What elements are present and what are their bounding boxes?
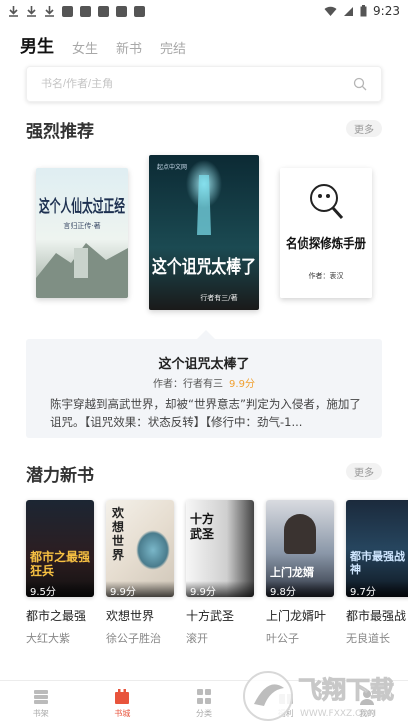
cover-title: 上门龙婿 <box>270 566 314 579</box>
recommend-title: 强烈推荐 <box>26 122 94 142</box>
book-description-card[interactable]: 这个诅咒太棒了 作者：行者有三 9.9分 陈宇穿越到高武世界，却被“世界意志”判定… <box>26 339 382 438</box>
new-books-more-button[interactable]: 更多 <box>346 463 382 480</box>
bookshelf-icon <box>33 689 48 704</box>
cover-art <box>284 514 316 554</box>
app-icon <box>62 5 73 17</box>
search-input[interactable] <box>41 78 353 90</box>
nav-bookstore[interactable]: 书城 <box>82 681 164 726</box>
list-item[interactable]: 都市之最强狂兵 9.5分 都市之最强 大红大紫 <box>26 500 94 646</box>
cover-title: 十方武圣 <box>190 512 215 541</box>
book-author: 叶公子 <box>266 632 299 645</box>
notification-icons <box>8 5 145 17</box>
book-author: 徐公子胜治 <box>106 632 161 645</box>
new-books-title: 潜力新书 <box>26 466 94 486</box>
book-title: 欢想世界 <box>106 609 155 623</box>
watermark-logo: 飞翔下载 WWW.FXXZ.COM <box>243 671 395 721</box>
book-title: 都市之最强 <box>26 609 87 623</box>
list-item[interactable]: 上门龙婿 9.8分 上门龙婿叶 叶公子 <box>266 500 334 646</box>
battery-icon <box>360 5 367 17</box>
book-title: 都市最强战 <box>346 609 407 623</box>
book-cover-1[interactable]: 这个人仙太过正经 言归正传·著 <box>36 168 128 298</box>
cover-author: 行者有三/著 <box>200 293 237 302</box>
app-icon <box>98 5 109 17</box>
wifi-icon <box>324 6 337 16</box>
book-cover: 都市最强战神 9.7分 <box>346 500 408 597</box>
app-icon <box>116 5 127 17</box>
app-icon <box>80 5 91 17</box>
book-author: 滚开 <box>186 632 208 645</box>
book-author: 无良道长 <box>346 632 390 645</box>
download-icon <box>45 6 54 17</box>
nav-category[interactable]: 分类 <box>163 681 245 726</box>
signal-icon <box>344 6 354 16</box>
author-label: 作者：行者有三 <box>153 379 224 390</box>
cover-title: 这个人仙太过正经 <box>39 196 125 217</box>
clock: 9:23 <box>373 4 400 18</box>
tab-female[interactable]: 女生 <box>72 38 98 57</box>
score-badge: 9.7分 <box>346 581 408 597</box>
tab-male[interactable]: 男生 <box>20 32 54 57</box>
cover-title: 欢想世界 <box>112 506 125 562</box>
download-icon <box>27 6 36 17</box>
book-cover: 十方武圣 9.9分 <box>186 500 254 597</box>
cover-title: 名侦探修炼手册 <box>286 236 366 252</box>
book-cover: 欢想世界 9.9分 <box>106 500 174 597</box>
tab-completed[interactable]: 完结 <box>160 38 186 57</box>
book-title: 上门龙婿叶 <box>266 609 327 623</box>
book-cover-3[interactable]: 名侦探修炼手册 作者：衷汉 <box>280 168 372 298</box>
watermark-url: WWW.FXXZ.COM <box>300 709 376 719</box>
nav-label: 书架 <box>32 708 49 718</box>
list-item[interactable]: 都市最强战神 9.7分 都市最强战 无良道长 <box>346 500 408 646</box>
download-icon <box>9 6 18 17</box>
cover-publisher: 起点中文网 <box>157 163 187 171</box>
book-author: 大红大紫 <box>26 632 70 645</box>
book-cover: 都市之最强狂兵 9.5分 <box>26 500 94 597</box>
cover-author: 作者：衷汉 <box>309 271 344 280</box>
cover-art: 起点中文网 这个诅咒太棒了 行者有三/著 <box>149 155 259 310</box>
cover-title: 都市最强战神 <box>350 550 405 576</box>
cover-art: 这个人仙太过正经 言归正传·著 <box>36 168 128 298</box>
bookstore-icon <box>115 688 130 704</box>
app-icon <box>134 5 145 17</box>
cover-author: 言归正传·著 <box>63 221 100 230</box>
cover-art <box>136 530 170 570</box>
search-icon[interactable] <box>353 77 367 91</box>
search-bar[interactable] <box>26 66 382 102</box>
score-badge: 9.9分 <box>106 581 174 597</box>
list-item[interactable]: 欢想世界 9.9分 欢想世界 徐公子胜治 <box>106 500 174 646</box>
watermark-text: 飞翔下载 <box>298 676 394 704</box>
score-badge: 9.9分 <box>186 581 254 597</box>
nav-label: 书城 <box>114 708 131 718</box>
score-badge: 9.9分 <box>229 379 255 390</box>
tab-new-books[interactable]: 新书 <box>116 38 142 57</box>
site-watermark: 飞翔下载 WWW.FXXZ.COM <box>240 660 408 726</box>
selected-book-description: 陈宇穿越到高武世界，却被“世界意志”判定为入侵者，施加了诅咒。【诅咒效果：状态反… <box>50 397 361 429</box>
cover-art: 名侦探修炼手册 作者：衷汉 <box>280 168 372 298</box>
score-badge: 9.8分 <box>266 581 334 597</box>
status-bar: 9:23 <box>0 0 408 22</box>
cover-title: 都市之最强狂兵 <box>30 550 91 578</box>
book-cover: 上门龙婿 9.8分 <box>266 500 334 597</box>
selected-book-title: 这个诅咒太棒了 <box>158 357 250 372</box>
gender-tabs: 男生 女生 新书 完结 <box>20 32 186 57</box>
category-icon <box>196 688 211 704</box>
cover-title: 这个诅咒太棒了 <box>152 256 256 278</box>
book-cover-2[interactable]: 起点中文网 这个诅咒太棒了 行者有三/著 <box>149 155 259 310</box>
recommend-more-button[interactable]: 更多 <box>346 120 382 137</box>
nav-label: 分类 <box>195 708 212 718</box>
list-item[interactable]: 十方武圣 9.9分 十方武圣 滚开 <box>186 500 254 646</box>
score-badge: 9.5分 <box>26 581 94 597</box>
selected-book-author: 作者：行者有三 9.9分 <box>26 375 382 390</box>
book-title: 十方武圣 <box>186 609 235 623</box>
nav-bookshelf[interactable]: 书架 <box>0 681 82 726</box>
